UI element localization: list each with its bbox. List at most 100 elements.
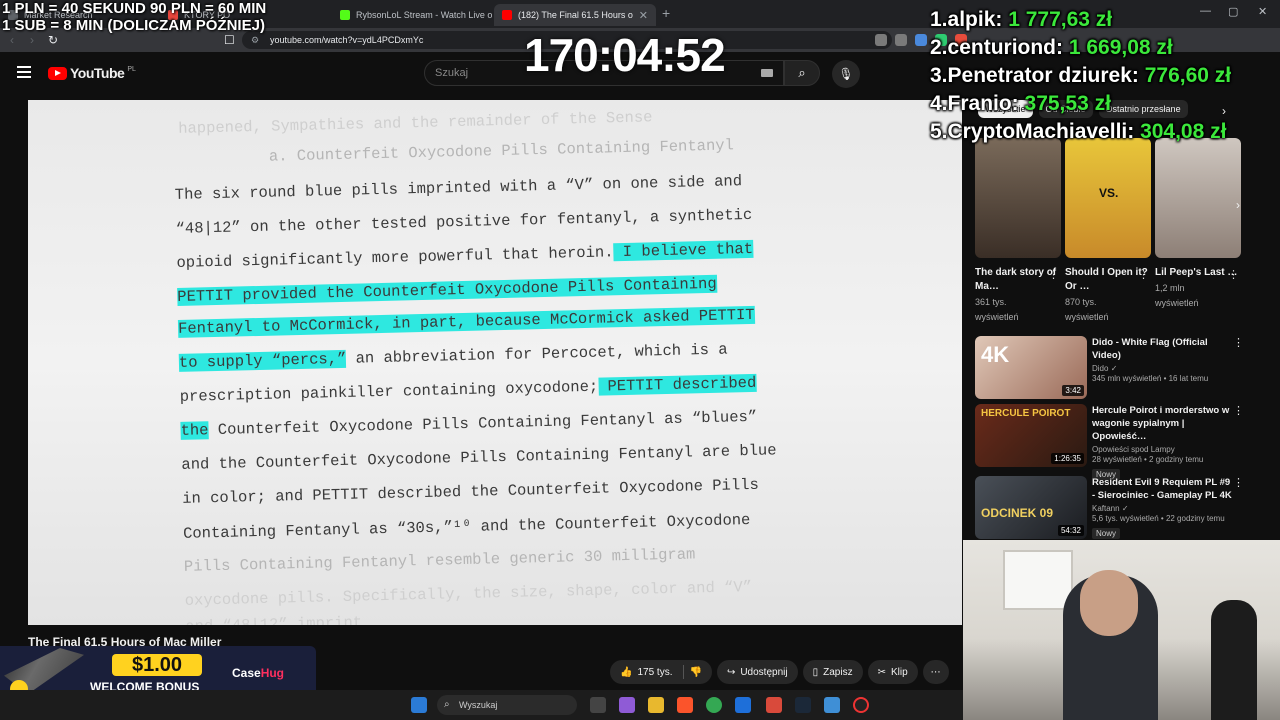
channel-name[interactable]: Dido: [1092, 364, 1108, 373]
microphone-graphic: [1211, 600, 1257, 720]
taskbar-search[interactable]: ⌕ Wyszukaj: [437, 695, 577, 715]
document-line: the Counterfeit Oxycodone Pills Containi…: [180, 408, 757, 440]
video-info: Hercule Poirot i morderstwo w wagonie sy…: [1092, 404, 1232, 482]
share-icon[interactable]: [895, 34, 907, 46]
document-line: Fentanyl to McCormick, in part, because …: [177, 305, 755, 338]
tab-label: (182) The Final 61.5 Hours of: [518, 10, 633, 20]
more-options-icon[interactable]: ⋮: [1233, 476, 1244, 489]
video-meta: 345 mln wyświetleń • 16 lat temu: [1092, 374, 1209, 383]
youtube-logo[interactable]: YouTube PL: [48, 65, 136, 81]
leaderboard-row: 1.alpik: 1 777,63 zł: [930, 6, 1231, 34]
close-window-icon[interactable]: ✕: [1258, 5, 1267, 18]
video-info: Resident Evil 9 Requiem PL #9 - Sierocin…: [1092, 476, 1232, 541]
recommended-video[interactable]: ODCINEK 09 54:32 Resident Evil 9 Requiem…: [975, 476, 1245, 540]
cast-icon[interactable]: [875, 34, 887, 46]
short-thumbnail[interactable]: [1155, 138, 1241, 258]
more-options-icon[interactable]: ⋮: [1233, 336, 1244, 349]
donation-amount: 1 777,63 zł: [1008, 8, 1113, 31]
back-icon[interactable]: ‹: [10, 33, 14, 47]
video-duration: 54:32: [1057, 525, 1084, 536]
search-placeholder: Szukaj: [435, 67, 469, 79]
thumbnail-text: VS.: [1099, 186, 1119, 200]
new-tab-button[interactable]: +: [662, 5, 670, 21]
video-title[interactable]: Resident Evil 9 Requiem PL #9 - Sierocin…: [1092, 476, 1232, 502]
store-icon[interactable]: [735, 697, 751, 713]
reload-icon[interactable]: ↻: [48, 33, 58, 47]
more-options-icon[interactable]: ⋮: [1138, 268, 1149, 281]
save-button[interactable]: ▯ Zapisz: [802, 660, 863, 684]
extension-icon[interactable]: [915, 34, 927, 46]
document-line: “48|12” on the other tested positive for…: [175, 205, 753, 238]
new-badge: Nowy: [1092, 528, 1121, 539]
short-item[interactable]: The dark story of Ma… 361 tys. wyświetle…: [975, 138, 1061, 324]
channel-name[interactable]: Kaftann: [1092, 504, 1120, 513]
browser-tab-active[interactable]: (182) The Final 61.5 Hours of ✕: [494, 4, 656, 26]
chrome-icon[interactable]: [706, 697, 722, 713]
thumbnail-text: ODCINEK 09: [981, 506, 1054, 520]
shorts-next-icon[interactable]: ›: [1236, 198, 1240, 212]
channel-row: Dido ✓: [1092, 364, 1232, 373]
short-views: 870 tys.: [1065, 297, 1097, 307]
more-options-icon[interactable]: ⋮: [1233, 404, 1244, 417]
steam-icon[interactable]: [795, 697, 811, 713]
video-player[interactable]: happened, Sympathies and the remainder o…: [28, 100, 962, 625]
video-duration: 3:42: [1062, 385, 1084, 396]
browser-tab[interactable]: RybsonLoL Stream - Watch Live on K: [332, 4, 492, 26]
document-line: oxycodone pills. Specifically, the size,…: [184, 577, 753, 610]
more-options-icon[interactable]: ⋮: [1228, 268, 1239, 281]
scissors-icon: ✂: [877, 666, 886, 678]
tab-label: RybsonLoL Stream - Watch Live on K: [356, 10, 492, 20]
task-view-icon[interactable]: [590, 697, 606, 713]
leaderboard-row: 5.CryptoMachiavelli: 304,08 zł: [930, 118, 1231, 146]
brave-icon[interactable]: [677, 697, 693, 713]
forward-icon[interactable]: ›: [30, 33, 34, 47]
windows-start-icon[interactable]: [411, 697, 427, 713]
donation-amount: 304,08 zł: [1140, 120, 1227, 143]
video-thumbnail[interactable]: HERCULE POIROT 1:26:35: [975, 404, 1087, 467]
close-tab-icon[interactable]: ✕: [639, 9, 648, 22]
short-item[interactable]: VS. Should I Open it? Or … 870 tys. wyśw…: [1065, 138, 1151, 324]
bookmark-icon[interactable]: ☐: [224, 33, 235, 47]
more-actions-button[interactable]: ⋯: [922, 660, 949, 684]
video-title[interactable]: Hercule Poirot i morderstwo w wagonie sy…: [1092, 404, 1232, 443]
highlighted-text: I believe that: [613, 239, 754, 262]
more-options-icon[interactable]: ⋮: [1048, 268, 1059, 281]
video-title[interactable]: Dido - White Flag (Official Video): [1092, 336, 1232, 362]
notepad-icon[interactable]: [824, 697, 840, 713]
document-line: opioid significantly more powerful that …: [176, 239, 754, 272]
search-button[interactable]: ⌕: [784, 60, 820, 86]
taskbar-search-placeholder: Wyszukaj: [459, 700, 498, 710]
recommended-video[interactable]: 4K 3:42 Dido - White Flag (Official Vide…: [975, 336, 1245, 400]
like-button[interactable]: 👍 175 tys. 👎: [610, 660, 712, 684]
streamer-head: [1080, 570, 1138, 636]
menu-icon[interactable]: [17, 66, 31, 78]
short-thumbnail[interactable]: [975, 138, 1061, 258]
recommended-video[interactable]: HERCULE POIROT 1:26:35 Hercule Poirot i …: [975, 404, 1245, 480]
highlighted-text: Fentanyl to McCormick, in part, because …: [177, 305, 755, 338]
copilot-icon[interactable]: [619, 697, 635, 713]
video-thumbnail[interactable]: 4K 3:42: [975, 336, 1087, 399]
voice-search-button[interactable]: 🎙: [832, 60, 860, 88]
share-button[interactable]: ↪ Udostępnij: [716, 660, 798, 684]
sub-rule-line: 1 SUB = 8 MIN (DOLICZAM PÓŹNIEJ): [2, 17, 265, 34]
video-thumbnail[interactable]: ODCINEK 09 54:32: [975, 476, 1087, 539]
video-info: Dido - White Flag (Official Video) Dido …: [1092, 336, 1232, 383]
short-item[interactable]: Lil Peep's Last … 1,2 mln wyświetleń ⋮: [1155, 138, 1241, 310]
like-count: 175 tys.: [637, 666, 673, 678]
donation-rules-overlay: 1 PLN = 40 SEKUND 90 PLN = 60 MIN 1 SUB …: [2, 0, 266, 34]
more-icon: ⋯: [930, 666, 941, 678]
short-thumbnail[interactable]: VS.: [1065, 138, 1151, 258]
donor-name: 5.CryptoMachiavelli:: [930, 120, 1141, 143]
promo-amount: $1.00: [112, 654, 202, 676]
file-explorer-icon[interactable]: [648, 697, 664, 713]
donor-name: 2.centuriond:: [930, 36, 1069, 59]
document-line: a. Counterfeit Oxycodone Pills Containin…: [268, 136, 735, 166]
obs-icon[interactable]: [853, 697, 869, 713]
channel-name[interactable]: Opowieści spod Lampy: [1092, 445, 1232, 454]
country-code: PL: [127, 65, 136, 73]
app-icon[interactable]: [766, 697, 782, 713]
thumbs-down-icon[interactable]: 👎: [689, 667, 701, 678]
keyboard-icon[interactable]: [761, 69, 773, 77]
document-line: Containing Fentanyl as “30s,”¹⁰ and the …: [182, 511, 751, 543]
clip-button[interactable]: ✂ Klip: [867, 660, 918, 684]
